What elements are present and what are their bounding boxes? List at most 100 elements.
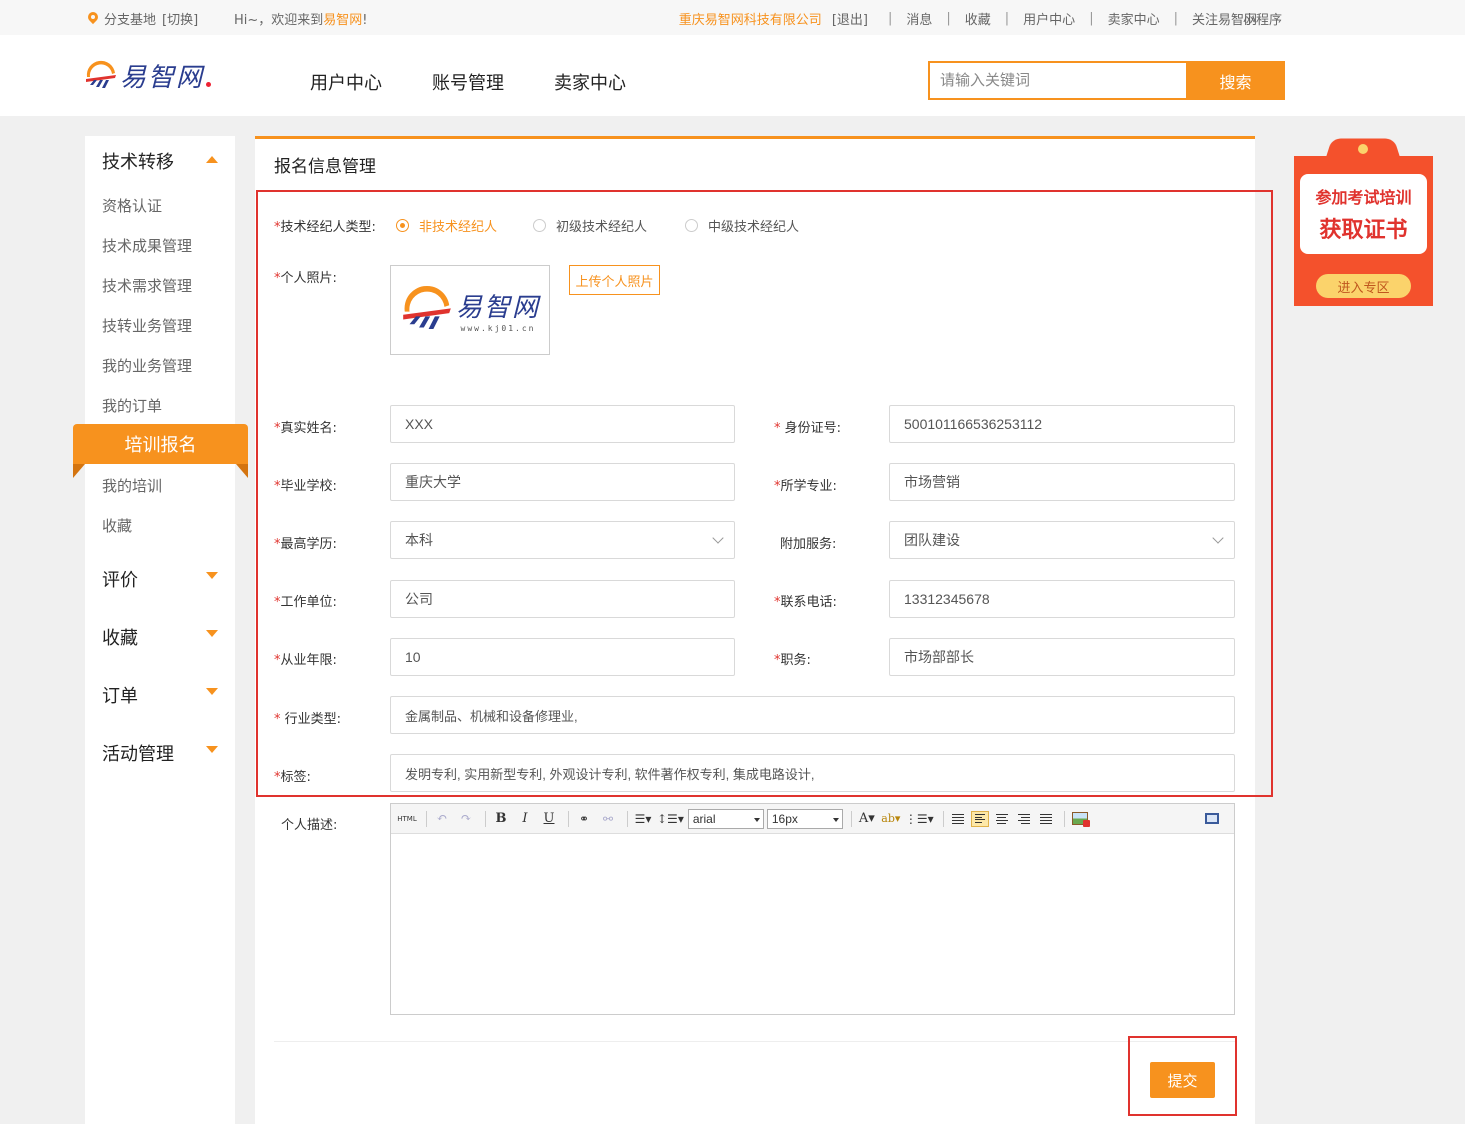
sidebar-item-transfer-business[interactable]: 技转业务管理 (102, 315, 192, 336)
welcome-text: Hi~，欢迎来到易智网! (234, 9, 368, 28)
promo-line2: 获取证书 (1319, 218, 1408, 243)
sidebar-item-tech-needs[interactable]: 技术需求管理 (102, 275, 192, 296)
align-right-icon[interactable] (1015, 811, 1033, 827)
mini-program-link[interactable]: 小程序 (1243, 9, 1282, 28)
location-name: 分支基地 (104, 13, 157, 28)
submit-button[interactable]: 提交 (1150, 1062, 1215, 1098)
sidebar-item-my-business[interactable]: 我的业务管理 (102, 355, 192, 376)
sidebar-item-qualification[interactable]: 资格认证 (102, 195, 162, 216)
phone-input[interactable]: 13312345678 (889, 580, 1235, 618)
radio-unchecked-icon (533, 219, 546, 232)
unlink-icon[interactable]: ⚯ (598, 809, 618, 829)
separator (1063, 810, 1065, 827)
font-family-select[interactable]: arial (687, 808, 764, 829)
editor-toolbar: HTML ↶ ↷ B I U ⚭ ⚯ ☰▾ ↕☰▾ arial 16px A▾ … (391, 804, 1234, 834)
nav-account[interactable]: 账号管理 (432, 69, 504, 95)
separator (850, 810, 852, 827)
radio-non-broker[interactable]: 非技术经纪人 (396, 216, 497, 235)
radio-junior-broker[interactable]: 初级技术经纪人 (533, 216, 647, 235)
nav-seller-center[interactable]: 卖家中心 (554, 69, 626, 95)
upload-photo-button[interactable]: 上传个人照片 (569, 265, 660, 295)
font-color-icon[interactable]: A▾ (857, 809, 877, 829)
paragraph-spacing-icon[interactable]: ☰▾ (633, 809, 653, 829)
expand-down-icon[interactable] (206, 630, 218, 637)
line-height-icon[interactable]: ↕☰▾ (657, 809, 684, 829)
major-input[interactable]: 市场营销 (889, 463, 1235, 501)
education-select[interactable]: 本科 (390, 521, 735, 559)
underline-icon[interactable]: U (539, 809, 559, 829)
sidebar-item-favorites[interactable]: 收藏 (102, 515, 132, 536)
sidebar: 技术转移 资格认证 技术成果管理 技术需求管理 技转业务管理 我的业务管理 我的… (85, 136, 235, 1124)
html-source-button[interactable]: HTML (397, 809, 417, 829)
school-input[interactable]: 重庆大学 (390, 463, 735, 501)
site-logo[interactable]: 易智网 (84, 57, 212, 94)
company-name[interactable]: 重庆易智网科技有限公司 (679, 9, 822, 28)
justify-icon[interactable] (1037, 811, 1055, 827)
radio-middle-broker[interactable]: 中级技术经纪人 (685, 216, 799, 235)
sidebar-group-tech-transfer[interactable]: 技术转移 (102, 148, 174, 174)
sidebar-group-orders[interactable]: 订单 (102, 682, 138, 708)
ordered-list-icon[interactable]: ⋮☰▾ (905, 809, 934, 829)
switch-location-link[interactable]: [切换] (162, 9, 198, 28)
id-number-input[interactable]: 500101166536253112 (889, 405, 1235, 443)
link-icon[interactable]: ⚭ (574, 809, 594, 829)
bold-icon[interactable]: B (491, 809, 511, 829)
nav-user-center[interactable]: 用户中心 (310, 69, 382, 95)
favorites-link[interactable]: 收藏 (965, 9, 991, 28)
years-input[interactable]: 10 (390, 638, 735, 676)
user-center-link[interactable]: 用户中心 (1023, 9, 1075, 28)
industry-input[interactable]: 金属制品、机械和设备修理业, (390, 696, 1235, 734)
promo-enter-button[interactable]: 进入专区 (1316, 274, 1411, 298)
expand-down-icon[interactable] (206, 688, 218, 695)
highlight-color-icon[interactable]: ab▾ (881, 809, 901, 829)
seller-center-link[interactable]: 卖家中心 (1108, 9, 1160, 28)
sidebar-group-reviews[interactable]: 评价 (102, 566, 138, 592)
sidebar-item-my-training[interactable]: 我的培训 (102, 475, 162, 496)
sidebar-group-favorites[interactable]: 收藏 (102, 624, 138, 650)
sidebar-item-my-orders[interactable]: 我的订单 (102, 395, 162, 416)
separator: | (1173, 11, 1178, 26)
id-label: * 身份证号: (774, 421, 842, 436)
logo-mark-icon (86, 60, 116, 88)
fullscreen-icon[interactable] (1202, 809, 1222, 829)
redo-icon[interactable]: ↷ (456, 809, 476, 829)
align-center-icon[interactable] (993, 811, 1011, 827)
tags-input[interactable]: 发明专利, 实用新型专利, 外观设计专利, 软件著作权专利, 集成电路设计, (390, 754, 1235, 792)
logout-link[interactable]: [退出] (832, 9, 868, 28)
sidebar-item-training-signup[interactable]: 培训报名 (73, 424, 248, 464)
image-icon[interactable] (1070, 809, 1090, 829)
separator (942, 810, 944, 827)
undo-icon[interactable]: ↶ (432, 809, 452, 829)
sidebar-item-tech-results[interactable]: 技术成果管理 (102, 235, 192, 256)
separator: | (887, 11, 893, 26)
messages-link[interactable]: 消息 (906, 9, 932, 28)
name-label: *真实姓名: (274, 421, 337, 436)
broker-type-label: *技术经纪人类型: (274, 220, 376, 235)
indent-icon[interactable] (949, 811, 967, 827)
expand-down-icon[interactable] (206, 572, 218, 579)
align-left-icon[interactable] (970, 810, 989, 827)
promo-banner[interactable]: 参加考试培训 获取证书 进入专区 (1294, 136, 1433, 306)
separator (485, 810, 486, 827)
name-input[interactable]: XXX (390, 405, 735, 443)
welcome-brand[interactable]: 易智网 (323, 13, 362, 28)
years-label: *从业年限: (274, 653, 337, 668)
photo-logo-url: www.kj01.cn (460, 324, 536, 333)
top-bar: 分支基地 [切换] Hi~，欢迎来到易智网! 重庆易智网科技有限公司 [退出] … (0, 0, 1465, 35)
collapse-up-icon[interactable] (206, 156, 218, 163)
separator (627, 810, 628, 827)
promo-card: 参加考试培训 获取证书 (1300, 174, 1427, 254)
radio-unchecked-icon (685, 219, 698, 232)
service-label: 附加服务: (780, 537, 837, 552)
work-label: *工作单位: (274, 595, 337, 610)
search-input[interactable] (928, 61, 1186, 100)
search-button[interactable]: 搜索 (1186, 61, 1285, 100)
service-select[interactable]: 团队建设 (889, 521, 1235, 559)
font-size-select[interactable]: 16px (766, 808, 843, 829)
work-unit-input[interactable]: 公司 (390, 580, 735, 618)
italic-icon[interactable]: I (515, 809, 535, 829)
expand-down-icon[interactable] (206, 746, 218, 753)
sidebar-group-activities[interactable]: 活动管理 (102, 740, 174, 766)
position-input[interactable]: 市场部部长 (889, 638, 1235, 676)
promo-line1: 参加考试培训 (1315, 188, 1412, 207)
